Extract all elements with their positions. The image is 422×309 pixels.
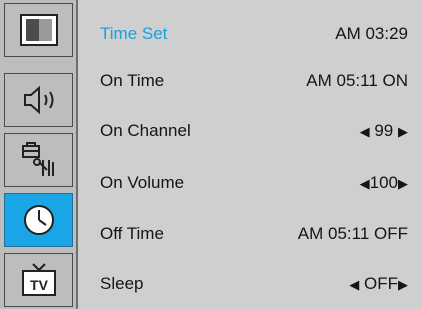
menu-item-value: AM 03:29 (335, 24, 408, 43)
tv-icon: TV (21, 263, 56, 296)
right-arrow-icon[interactable]: ▶ (398, 124, 408, 139)
setup-tab[interactable] (4, 133, 73, 187)
menu-item-label: On Channel (100, 121, 191, 140)
osd-menu: TV Time Set AM 03:29 On Time AM 05:11 ON… (0, 0, 422, 309)
menu-item-off-time[interactable]: Off Time AM 05:11 OFF (78, 214, 422, 254)
right-arrow-icon[interactable]: ▶ (398, 176, 408, 191)
time-menu-pane: Time Set AM 03:29 On Time AM 05:11 ON On… (78, 0, 422, 309)
speaker-icon (23, 85, 53, 115)
selector-value: 100 (369, 173, 398, 192)
left-arrow-icon[interactable]: ◀ (360, 176, 370, 191)
tv-tab[interactable]: TV (4, 253, 73, 307)
menu-item-label: On Volume (100, 173, 185, 192)
right-arrow-icon[interactable]: ▶ (398, 277, 408, 292)
menu-item-time-set[interactable]: Time Set AM 03:29 (78, 14, 422, 54)
menu-item-label: On Time (100, 71, 165, 90)
menu-item-value-selector: ◀ OFF▶ (349, 274, 422, 294)
time-tab[interactable] (4, 193, 73, 247)
menu-item-value: AM 05:11 OFF (297, 224, 408, 243)
sound-tab[interactable] (4, 73, 73, 127)
selector-value: OFF (364, 274, 398, 293)
menu-item-on-volume[interactable]: On Volume ◀100▶ (78, 163, 422, 203)
menu-item-label: Time Set (100, 24, 168, 43)
menu-item-on-channel[interactable]: On Channel ◀ 99 ▶ (78, 111, 422, 151)
picture-tab[interactable] (4, 3, 73, 57)
menu-item-value: AM 05:11 ON (306, 71, 408, 90)
category-rail: TV (0, 0, 78, 309)
left-arrow-icon[interactable]: ◀ (349, 277, 359, 292)
menu-item-value-selector: ◀100▶ (360, 173, 422, 193)
menu-item-label: Off Time (100, 224, 164, 243)
picture-icon (19, 14, 58, 46)
menu-item-on-time[interactable]: On Time AM 05:11 ON (78, 61, 422, 101)
menu-item-label: Sleep (100, 274, 144, 293)
svg-text:TV: TV (30, 277, 49, 293)
clock-icon (23, 205, 54, 235)
menu-item-value-selector: ◀ 99 ▶ (360, 121, 422, 141)
tools-icon (21, 142, 54, 176)
left-arrow-icon[interactable]: ◀ (360, 124, 370, 139)
menu-item-sleep[interactable]: Sleep ◀ OFF▶ (78, 264, 422, 304)
selector-value: 99 (374, 121, 394, 140)
